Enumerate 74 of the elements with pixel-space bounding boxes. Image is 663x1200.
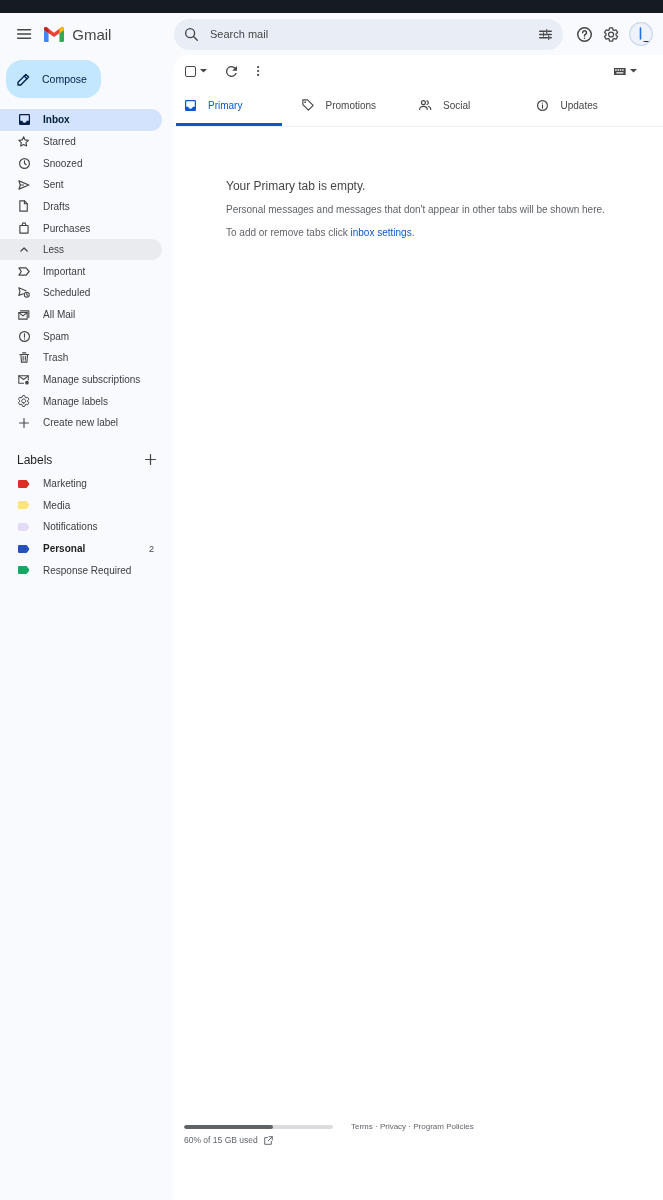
empty-title: Your Primary tab is empty. (226, 178, 367, 194)
storage-usage-text: 60% of 15 GB used (184, 1135, 258, 1145)
more-icon[interactable] (256, 66, 259, 76)
clock-icon (18, 157, 30, 169)
label-item[interactable]: Personal 2 (0, 537, 162, 560)
send-icon (18, 179, 30, 190)
help-icon[interactable] (577, 26, 592, 42)
label-item[interactable]: Notifications (0, 516, 162, 538)
label-item[interactable]: Media (0, 494, 162, 517)
avatar-icon[interactable] (629, 22, 654, 46)
category-tab[interactable]: Updates (528, 87, 635, 126)
refresh-icon[interactable] (226, 65, 237, 77)
nav-item[interactable]: Trash (0, 347, 162, 369)
nav-item[interactable]: Snoozed (0, 152, 162, 174)
people-icon (418, 100, 432, 110)
document-icon (19, 200, 29, 213)
category-tab[interactable]: Promotions (293, 87, 400, 126)
nav-item[interactable]: Manage subscriptions (0, 368, 162, 391)
label-item[interactable]: Response Required (0, 559, 162, 581)
nav-item[interactable]: Manage labels (0, 390, 162, 412)
logo-link[interactable]: Gmail (44, 25, 112, 43)
nav-item[interactable]: Inbox (0, 109, 162, 131)
nav-item[interactable]: Purchases (0, 217, 162, 239)
select-checkbox[interactable] (185, 65, 196, 77)
footer-link[interactable]: Terms (351, 1122, 373, 1131)
nav-item[interactable]: Spam (0, 325, 162, 348)
settings-icon[interactable] (604, 26, 619, 42)
caret-icon[interactable] (630, 69, 637, 73)
nav-item[interactable]: Create new label (0, 411, 162, 434)
nav-item[interactable]: Less (0, 238, 162, 261)
search-input[interactable]: Search mail (210, 25, 530, 43)
menu-icon[interactable] (17, 29, 32, 39)
caret-icon[interactable] (200, 69, 207, 73)
search-field[interactable]: Search mail (174, 18, 563, 50)
chevron-up-icon (19, 247, 29, 253)
category-tab[interactable]: Primary (176, 87, 282, 126)
nav-item[interactable]: Sent (0, 173, 162, 196)
pencil-icon (17, 72, 30, 86)
nav-item[interactable]: All Mail (0, 303, 162, 326)
nav-item[interactable]: Scheduled (0, 282, 162, 304)
inbox-icon (184, 99, 196, 111)
empty-message: Personal messages and messages that don't appear in other tabs will be shown here. (226, 203, 606, 217)
send-clock-icon (17, 287, 31, 299)
plus-icon[interactable] (145, 454, 156, 466)
filter-icon[interactable] (539, 28, 552, 40)
footer-link[interactable]: Privacy (379, 1122, 407, 1131)
label-arrow-icon (18, 266, 30, 276)
footer-links: Terms · Privacy · Program Policies (351, 1121, 474, 1133)
gear-icon (18, 395, 30, 408)
star-icon (18, 135, 30, 147)
stacked-envelopes-icon (18, 309, 30, 320)
nav-item[interactable]: Important (0, 260, 162, 283)
compose-button[interactable]: Compose (6, 60, 101, 98)
unread-count: 2 (149, 543, 155, 554)
envelope-dot-icon (18, 374, 30, 385)
external-link-icon[interactable] (263, 1135, 273, 1145)
plus-icon (19, 417, 29, 428)
category-tab[interactable]: Social (411, 87, 517, 126)
info-icon (537, 99, 548, 111)
shopping-bag-icon (19, 222, 29, 234)
search-icon[interactable] (185, 27, 198, 41)
exclamation-circle-icon (18, 330, 30, 342)
label-item[interactable]: Marketing (0, 472, 162, 495)
inbox-settings-link[interactable]: inbox settings (350, 227, 412, 238)
logo-icon (44, 26, 65, 42)
nav-item[interactable]: Drafts (0, 195, 162, 218)
section-heading: Labels (17, 452, 53, 467)
tag-icon (301, 99, 314, 111)
trash-icon (18, 352, 30, 364)
nav-item[interactable]: Starred (0, 130, 162, 153)
settings-hint: To add or remove tabs click inbox settings. (226, 226, 416, 240)
keyboard-icon[interactable] (614, 67, 626, 75)
footer-link[interactable]: Program Policies (413, 1122, 474, 1131)
inbox-icon (18, 114, 30, 126)
